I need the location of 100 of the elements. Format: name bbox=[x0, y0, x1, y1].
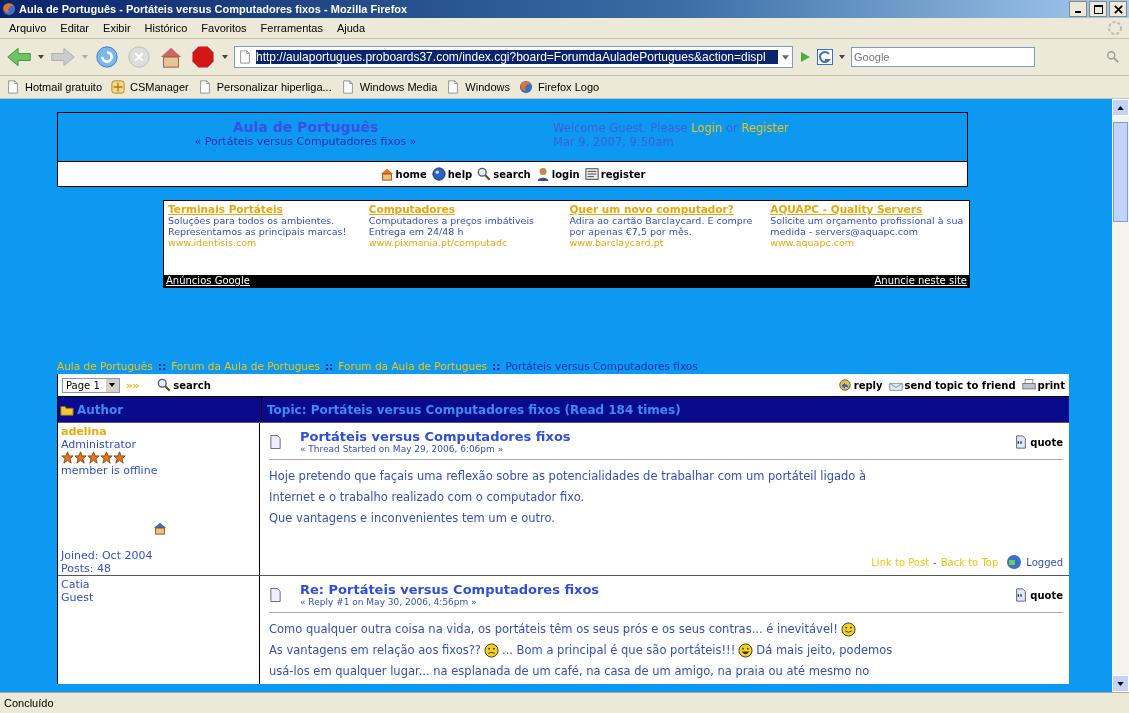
form-icon bbox=[584, 167, 599, 181]
house-icon bbox=[379, 167, 394, 181]
dropdown-arrow-icon bbox=[109, 383, 116, 387]
menu-item[interactable]: Ajuda bbox=[329, 22, 373, 34]
post-text: Que vantagens e inconvenientes tem um e outro. bbox=[269, 510, 556, 526]
bookmark-item[interactable]: Personalizar hiperliga... bbox=[197, 80, 332, 94]
scroll-up-icon[interactable] bbox=[1117, 105, 1124, 110]
home-button[interactable] bbox=[158, 45, 184, 69]
author-heading: Author bbox=[77, 402, 124, 417]
star-icon bbox=[113, 451, 126, 464]
nav-link[interactable]: search bbox=[477, 167, 531, 181]
breadcrumb-separator: :: bbox=[324, 360, 334, 374]
nav-link[interactable]: register bbox=[584, 167, 646, 181]
smiley-icon bbox=[738, 642, 754, 658]
bookmark-item[interactable]: Firefox Logo bbox=[518, 80, 600, 94]
page-icon bbox=[6, 80, 20, 94]
reload-button[interactable] bbox=[94, 45, 120, 69]
post-count: Posts: 48 bbox=[61, 562, 112, 575]
help-icon bbox=[431, 167, 446, 181]
minimize-button[interactable] bbox=[1069, 1, 1087, 17]
dropdown-arrow-icon[interactable] bbox=[222, 55, 228, 59]
url-text: http://aulaportugues.proboards37.com/index.cgi?board=ForumdaAuladePortugues&action=displ bbox=[256, 50, 778, 64]
search-field[interactable]: Google bbox=[851, 47, 1035, 67]
post-text: usá-los em qualquer lugar... na esplanada de um café, na casa de um amigo, na praia ou até mesmo no bbox=[269, 663, 870, 679]
search-link[interactable]: search bbox=[157, 378, 211, 392]
post-meta: « Thread Started on May 29, 2006, 6:06pm » bbox=[300, 444, 505, 454]
status-text: Concluído bbox=[4, 697, 54, 709]
search-icon bbox=[477, 167, 492, 181]
menu-item[interactable]: Editar bbox=[53, 22, 97, 34]
author-name[interactable]: Catia bbox=[61, 578, 259, 591]
breadcrumb-separator: :: bbox=[157, 360, 167, 374]
browser-logo-icon bbox=[2, 2, 16, 16]
column-header: Topic: Portáteis versus Computadores fixos (Read 184 times) bbox=[266, 401, 682, 419]
menu-item[interactable]: Ferramentas bbox=[253, 22, 330, 34]
close-button[interactable] bbox=[1109, 1, 1127, 17]
quote-icon bbox=[1014, 588, 1029, 602]
quote-icon bbox=[1014, 435, 1029, 449]
star-icon bbox=[100, 451, 113, 464]
star-icon bbox=[74, 451, 87, 464]
search-engine-icon[interactable] bbox=[817, 49, 833, 65]
nav-link[interactable]: login bbox=[535, 167, 580, 181]
post-title[interactable]: Portáteis versus Computadores fixos bbox=[300, 429, 997, 444]
nav-link[interactable]: help bbox=[431, 167, 473, 181]
page-icon bbox=[340, 80, 355, 94]
smiley-icon bbox=[484, 642, 499, 658]
post-text: Internet e o trabalho realizado com o computador fixo. bbox=[269, 489, 585, 505]
ad-text: Soluções para todos os ambientes. Representamos as principais marcas! bbox=[168, 215, 348, 237]
nav-link[interactable]: home bbox=[379, 167, 427, 181]
star-icon bbox=[61, 451, 74, 464]
bookmark-item[interactable]: Windows bbox=[446, 80, 510, 94]
star-icon bbox=[87, 451, 100, 464]
vertical-scrollbar[interactable] bbox=[1112, 99, 1129, 692]
page-icon bbox=[446, 80, 461, 94]
author-role: Guest bbox=[61, 591, 95, 604]
action-link[interactable]: send topic to friend bbox=[888, 378, 1016, 392]
address-field[interactable]: http://aulaportugues.proboards37.com/index.cgi?board=ForumdaAuladePortugues&action=displ bbox=[234, 46, 793, 68]
menu-item[interactable]: Arquivo bbox=[2, 22, 54, 34]
ad-text: Computadores a preços imbátiveis Entrega em 24/48 h bbox=[368, 215, 535, 237]
window-title: Aula de Português - Portáteis versus Computadores fixos - Mozilla Firefox bbox=[19, 3, 409, 15]
post-text: Hoje pretendo que façais uma reflexão sobre as potencialidades de trabalhar com um portáteil ligado à bbox=[269, 468, 867, 484]
bookmark-item[interactable]: CSManager bbox=[111, 80, 189, 94]
welcome-text: Welcome Guest. Please bbox=[553, 121, 688, 135]
quote-button[interactable]: quote bbox=[1014, 588, 1063, 602]
page-select[interactable]: Page 1 bbox=[62, 377, 120, 393]
throbber-icon bbox=[1107, 20, 1123, 36]
post-text: As vantagens em relação aos fixos?? bbox=[269, 642, 481, 658]
printer-icon bbox=[1021, 378, 1036, 392]
separator-dash: - bbox=[933, 556, 937, 568]
post-title[interactable]: Re: Portáteis versus Computadores fixos bbox=[300, 582, 997, 597]
bookmark-item[interactable]: Windows Media bbox=[340, 80, 438, 94]
action-link[interactable]: reply bbox=[837, 378, 883, 392]
globe-icon bbox=[518, 80, 533, 94]
back-button[interactable] bbox=[6, 45, 32, 69]
page-icon bbox=[197, 80, 212, 94]
post-text: Como qualquer outra coisa na vida, os portáteis têm os seus prós e os seus contras... é inevitável! bbox=[269, 621, 838, 637]
action-link[interactable]: print bbox=[1021, 378, 1065, 392]
dropdown-arrow-icon[interactable] bbox=[782, 54, 789, 60]
maximize-button[interactable] bbox=[1089, 1, 1107, 17]
post-meta: « Reply #1 on May 30, 2006, 4:56pm » bbox=[300, 597, 478, 607]
close-icon bbox=[1113, 4, 1123, 14]
menu-item[interactable]: Favoritos bbox=[194, 22, 254, 34]
ad-text: Adira ao cartão Barclaycard. E compre por apenas €7,5 por mês. bbox=[569, 215, 754, 237]
quote-button[interactable]: quote bbox=[1014, 435, 1063, 449]
advertise-link[interactable]: Anuncie neste site bbox=[874, 275, 967, 287]
ads-link[interactable]: Anúncios Google bbox=[166, 275, 250, 287]
bookmark-item[interactable]: Hotmail gratuito bbox=[6, 80, 103, 94]
dropdown-arrow-icon[interactable] bbox=[839, 55, 845, 59]
dropdown-arrow-icon[interactable] bbox=[38, 55, 44, 59]
scroll-thumb[interactable] bbox=[1113, 122, 1128, 222]
page-icon bbox=[238, 50, 252, 64]
joined-date: Joined: Oct 2004 bbox=[61, 549, 154, 562]
reply-icon bbox=[837, 378, 852, 392]
ad-text: Solicite um orçamento profissional à sua medida - servers@aquapc.com bbox=[770, 215, 965, 237]
menu-item[interactable]: Exibir bbox=[96, 22, 138, 34]
document-icon bbox=[269, 434, 282, 450]
menu-item[interactable]: Histórico bbox=[137, 22, 195, 34]
post-text: ... Bom a principal é que são portáteis!!! bbox=[502, 642, 736, 658]
scroll-down-icon[interactable] bbox=[1117, 681, 1124, 686]
document-icon bbox=[269, 587, 282, 603]
breadcrumb-separator: :: bbox=[492, 360, 501, 374]
